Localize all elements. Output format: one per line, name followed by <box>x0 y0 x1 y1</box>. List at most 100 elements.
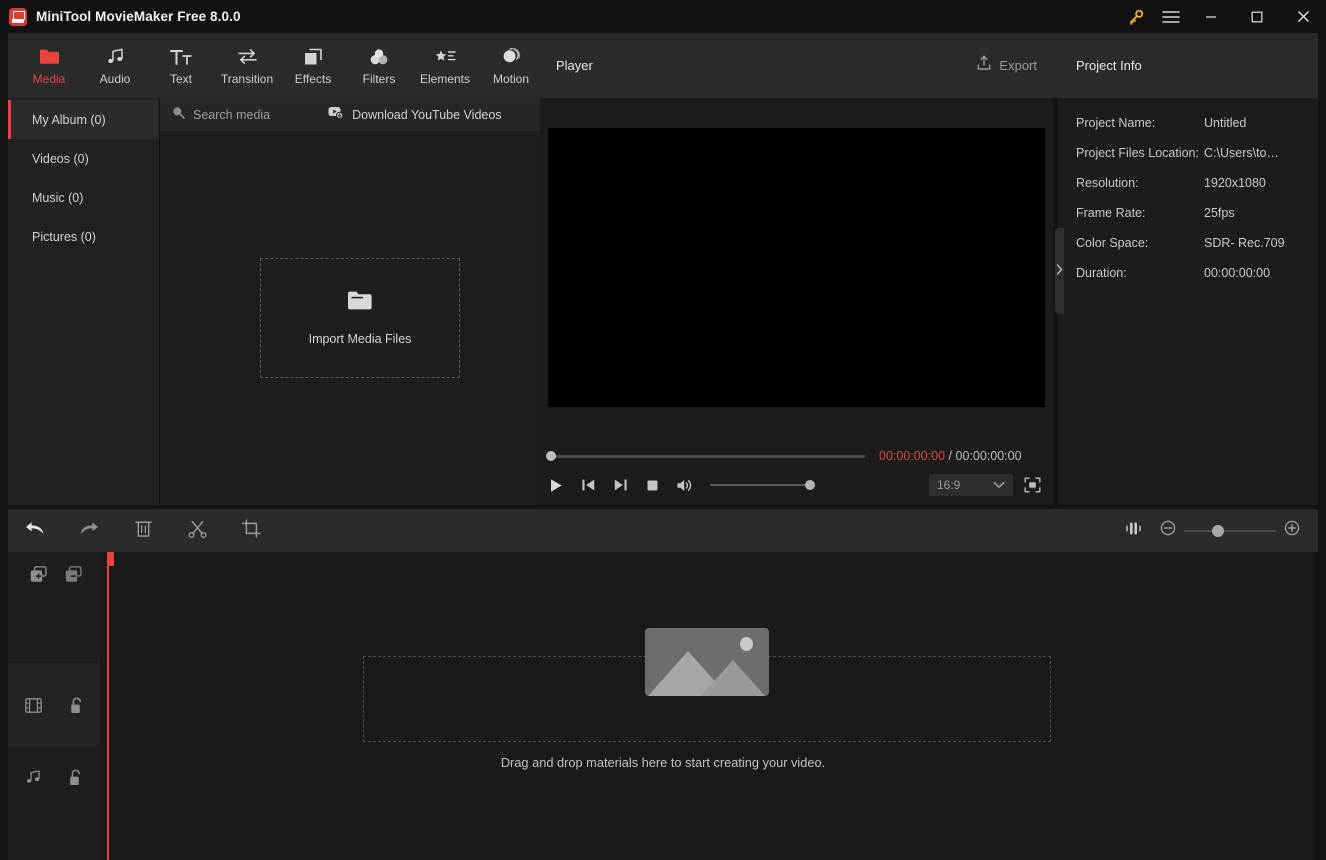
redo-button[interactable] <box>62 509 116 552</box>
audio-waveform-icon <box>1124 521 1143 541</box>
crop-button[interactable] <box>224 509 278 552</box>
unlock-icon[interactable] <box>69 769 83 786</box>
total-time: 00:00:00:00 <box>956 449 1022 463</box>
info-value: 00:00:00:00 <box>1204 266 1270 280</box>
info-row-frame-rate: Frame Rate: 25fps <box>1058 198 1318 228</box>
tab-motion[interactable]: Motion <box>478 33 544 98</box>
import-media-dropzone[interactable]: Import Media Files <box>260 258 460 378</box>
tab-transition[interactable]: Transition <box>214 33 280 98</box>
tab-media[interactable]: Media <box>16 33 82 98</box>
download-youtube-button[interactable]: Download YouTube Videos <box>328 106 501 124</box>
player-title: Player <box>556 58 593 73</box>
app-title: MiniTool MovieMaker Free 8.0.0 <box>36 9 241 24</box>
sidebar-item-my-album[interactable]: My Album (0) <box>8 100 159 139</box>
crop-icon <box>242 519 261 543</box>
split-button[interactable] <box>170 509 224 552</box>
info-value: Untitled <box>1204 116 1246 130</box>
zoom-handle[interactable] <box>1212 525 1224 537</box>
split-icon <box>188 519 207 543</box>
tab-filters[interactable]: Filters <box>346 33 412 98</box>
window-controls <box>1118 0 1326 33</box>
fullscreen-icon[interactable] <box>1021 474 1043 496</box>
zoom-in-icon[interactable] <box>1284 520 1300 541</box>
timeline-playhead[interactable] <box>107 552 109 860</box>
project-info-header: Project Info <box>1058 33 1318 98</box>
tab-text[interactable]: Text <box>148 33 214 98</box>
album-label: Music (0) <box>32 191 83 205</box>
youtube-download-label: Download YouTube Videos <box>352 108 501 122</box>
time-separator: / <box>949 449 952 463</box>
undo-button[interactable] <box>8 509 62 552</box>
motion-sphere-icon <box>501 46 522 68</box>
tab-label: Audio <box>100 72 131 86</box>
close-icon[interactable] <box>1280 0 1326 33</box>
info-value: SDR- Rec.709 <box>1204 236 1285 250</box>
info-value: C:\Users\to… <box>1204 146 1279 160</box>
tab-label: Effects <box>295 72 331 86</box>
redo-icon <box>79 520 99 542</box>
video-preview[interactable] <box>548 128 1045 407</box>
info-row-resolution: Resolution: 1920x1080 <box>1058 168 1318 198</box>
add-track-icon[interactable] <box>30 566 47 583</box>
maximize-icon[interactable] <box>1234 0 1280 33</box>
next-frame-icon[interactable] <box>604 471 636 499</box>
video-track-header[interactable] <box>8 663 100 747</box>
upload-icon <box>976 55 992 76</box>
tab-label: Elements <box>420 72 470 86</box>
aspect-ratio-select[interactable]: 16:9 <box>929 474 1013 496</box>
hamburger-menu-icon[interactable] <box>1153 0 1188 33</box>
remove-track-icon[interactable] <box>65 566 82 583</box>
delete-button[interactable] <box>116 509 170 552</box>
filters-circles-icon <box>369 46 389 68</box>
info-row-duration: Duration: 00:00:00:00 <box>1058 258 1318 288</box>
import-media-label: Import Media Files <box>309 332 412 346</box>
aspect-ratio-value: 16:9 <box>937 478 960 492</box>
transition-arrows-icon <box>237 46 258 68</box>
collapse-panel-handle[interactable] <box>1055 228 1064 314</box>
placeholder-mountain-right <box>701 660 765 696</box>
play-icon[interactable] <box>540 471 572 499</box>
volume-handle[interactable] <box>805 480 815 490</box>
folder-icon <box>347 290 373 316</box>
timeline-zoom-control <box>1160 520 1300 541</box>
seek-slider[interactable] <box>550 455 865 458</box>
info-value: 1920x1080 <box>1204 176 1266 190</box>
minimize-icon[interactable] <box>1188 0 1234 33</box>
text-tt-icon <box>170 46 192 68</box>
volume-slider[interactable] <box>710 484 810 486</box>
zoom-slider[interactable] <box>1184 530 1276 532</box>
timeline-drop-hint: Drag and drop materials here to start cr… <box>0 755 1326 770</box>
sidebar-item-pictures[interactable]: Pictures (0) <box>8 217 159 256</box>
tab-audio[interactable]: Audio <box>82 33 148 98</box>
tab-elements[interactable]: Elements <box>412 33 478 98</box>
key-icon[interactable] <box>1118 0 1153 33</box>
tab-effects[interactable]: Effects <box>280 33 346 98</box>
previous-frame-icon[interactable] <box>572 471 604 499</box>
edit-toolbar <box>8 509 1318 552</box>
unlock-icon[interactable] <box>70 697 84 714</box>
project-info-panel: Project Name: Untitled Project Files Loc… <box>1058 98 1318 505</box>
stop-icon[interactable] <box>636 471 668 499</box>
seek-handle[interactable] <box>546 451 556 461</box>
player-panel: 00:00:00:00 / 00:00:00:00 <box>540 98 1053 505</box>
player-header: Player Export <box>540 33 1053 98</box>
info-row-project-name: Project Name: Untitled <box>1058 108 1318 138</box>
timecode-display: 00:00:00:00 / 00:00:00:00 <box>879 449 1022 463</box>
layers-icon <box>303 46 323 68</box>
track-headers <box>8 552 100 860</box>
tab-label: Text <box>170 72 192 86</box>
media-library: Search media Download YouTube Videos <box>160 98 540 505</box>
film-strip-icon <box>25 698 42 713</box>
search-input[interactable]: Search media <box>172 106 270 124</box>
search-icon <box>172 106 185 124</box>
timeline-playhead-handle[interactable] <box>107 552 114 566</box>
export-button[interactable]: Export <box>976 55 1037 76</box>
app-window: MiniTool MovieMaker Free 8.0.0 <box>0 0 1326 860</box>
zoom-out-icon[interactable] <box>1160 520 1176 541</box>
tab-label: Filters <box>363 72 396 86</box>
sidebar-item-videos[interactable]: Videos (0) <box>8 139 159 178</box>
media-toolbar: Search media Download YouTube Videos <box>160 98 540 131</box>
volume-icon[interactable] <box>668 471 700 499</box>
audio-waveform-button[interactable] <box>1106 509 1160 552</box>
sidebar-item-music[interactable]: Music (0) <box>8 178 159 217</box>
